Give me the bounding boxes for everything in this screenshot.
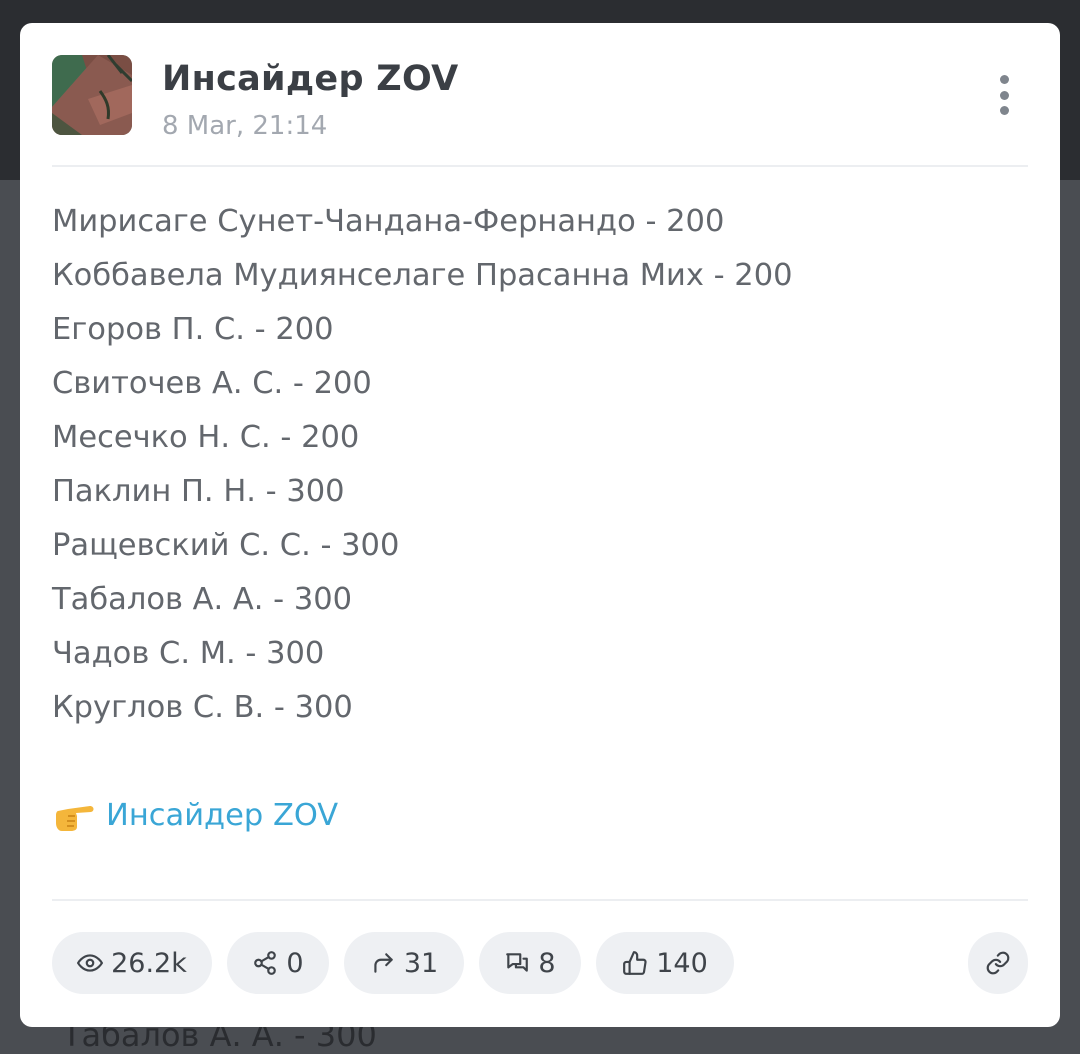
post-line: Табалов А. А. - 300 [52,582,353,617]
more-vertical-icon-dot [999,90,1009,100]
post-body: Мирисаге Сунет-Чандана-Фернандо - 200 Ко… [52,195,1028,735]
channel-avatar[interactable] [52,55,132,135]
link-icon [986,951,1010,975]
reactions-counter[interactable]: 140 [596,932,734,994]
source-link-text[interactable]: Инсайдер ZOV [106,789,338,843]
more-options-button[interactable] [992,71,1016,119]
copy-link-button[interactable] [968,932,1028,994]
post-header: Инсайдер ZOV 8 Mar, 21:14 [52,55,1028,167]
post-line: Егоров П. С. - 200 [52,312,334,347]
post-line: Чадов С. М. - 300 [52,636,325,671]
source-link[interactable]: Инсайдер ZOV [52,789,338,843]
views-counter[interactable]: 26.2k [52,932,212,994]
post-line: Ращевский С. С. - 300 [52,528,400,563]
post-line: Круглов С. В. - 300 [52,690,353,725]
comments-count: 8 [538,947,556,979]
shares-counter[interactable]: 0 [227,932,329,994]
comments-counter[interactable]: 8 [479,932,581,994]
post-stats-bar: 26.2k 0 31 8 140 [52,932,1028,994]
channel-name[interactable]: Инсайдер ZOV [162,59,459,99]
footer-divider [52,899,1028,901]
shares-count: 0 [286,947,304,979]
post-line: Свиточев А. С. - 200 [52,366,372,401]
post-line: Коббавела Мудиянселаге Прасанна Мих - 20… [52,258,793,293]
views-count: 26.2k [111,947,187,979]
post-line: Паклин П. Н. - 300 [52,474,345,509]
eye-icon [77,954,104,972]
thumbs-up-icon [623,951,647,975]
forward-arrow-icon [374,953,393,973]
post-card: Инсайдер ZOV 8 Mar, 21:14 Мирисаге Сунет… [20,23,1060,1027]
forwards-counter[interactable]: 31 [344,932,464,994]
reactions-count: 140 [656,947,708,979]
comments-icon [506,953,529,972]
post-line: Мирисаге Сунет-Чандана-Фернандо - 200 [52,204,725,239]
post-timestamp: 8 Mar, 21:14 [162,111,328,141]
more-vertical-icon [999,75,1009,84]
post-line: Месечко Н. С. - 200 [52,420,360,455]
pointing-right-emoji-icon [52,789,96,843]
more-vertical-icon-dot [999,106,1009,115]
header-divider [52,165,1028,167]
share-icon [254,951,277,975]
forwards-count: 31 [403,947,439,979]
